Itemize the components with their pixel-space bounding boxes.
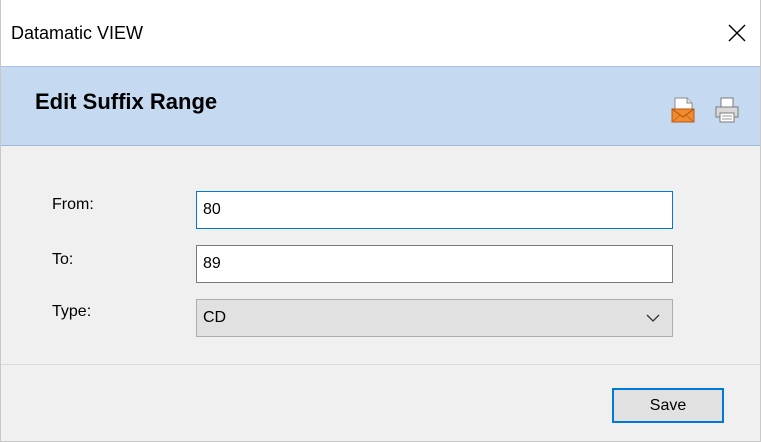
email-icon[interactable] xyxy=(669,96,697,124)
close-button[interactable] xyxy=(714,14,760,52)
type-select[interactable]: CD xyxy=(196,299,673,337)
type-select-value: CD xyxy=(203,309,227,326)
form-area: From: 80 To: 89 Type: CD xyxy=(1,146,760,364)
page-title: Edit Suffix Range xyxy=(35,89,218,114)
to-input[interactable]: 89 xyxy=(196,245,673,283)
from-label: From: xyxy=(52,196,94,213)
dialog-header: Edit Suffix Range xyxy=(1,66,760,146)
to-label: To: xyxy=(52,251,74,268)
window-title: Datamatic VIEW xyxy=(11,23,144,43)
from-input[interactable]: 80 xyxy=(196,191,673,229)
type-label: Type: xyxy=(52,303,92,320)
chevron-down-icon xyxy=(646,314,660,322)
print-icon[interactable] xyxy=(713,96,741,124)
dialog-footer: Save xyxy=(1,365,760,441)
title-bar: Datamatic VIEW xyxy=(1,0,760,66)
close-icon xyxy=(728,24,746,42)
dialog-window: Datamatic VIEW Edit Suffix Range From: 8… xyxy=(0,0,761,442)
save-button[interactable]: Save xyxy=(612,388,724,423)
